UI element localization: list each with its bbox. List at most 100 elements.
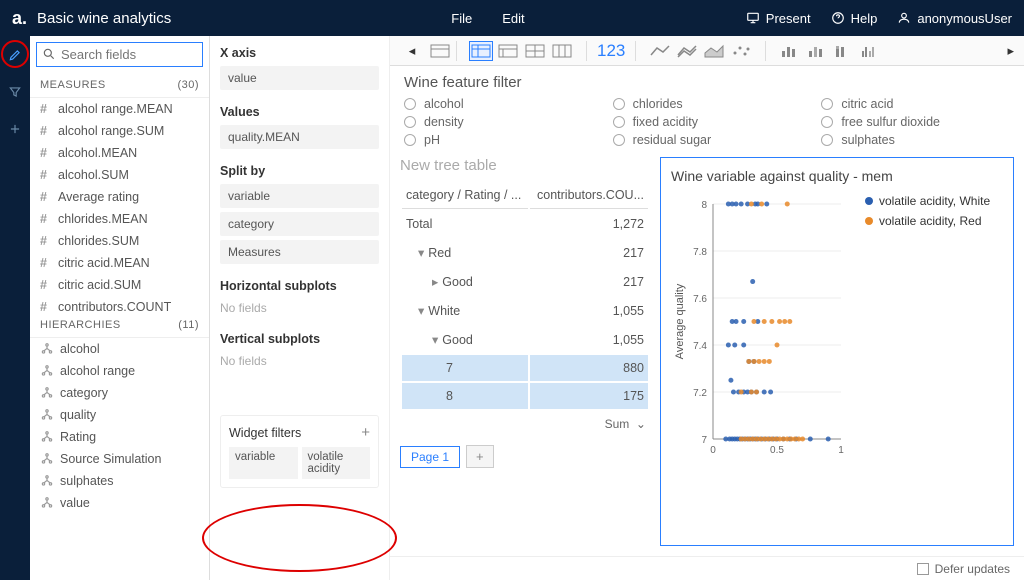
widget-filters-add-icon[interactable]: +: [361, 424, 370, 441]
table-row[interactable]: 7880: [402, 355, 648, 381]
tree-table-icon[interactable]: [496, 41, 520, 61]
filter-option[interactable]: chlorides: [613, 97, 802, 111]
question-icon: [831, 11, 845, 25]
filter-option[interactable]: alcohol: [404, 97, 593, 111]
filter-option[interactable]: fixed acidity: [613, 115, 802, 129]
page-add-button[interactable]: +: [466, 445, 494, 468]
chevron-icon[interactable]: ▾: [418, 246, 424, 260]
hierarchy-item[interactable]: Source Simulation: [30, 448, 209, 470]
hierarchy-item[interactable]: sulphates: [30, 470, 209, 492]
hierarchy-icon: [40, 474, 54, 488]
hash-icon: #: [40, 212, 52, 226]
left-rail: [0, 36, 30, 580]
xaxis-label: X axis: [220, 46, 379, 60]
grid-icon[interactable]: [550, 41, 574, 61]
legend-item[interactable]: volatile acidity, White: [865, 194, 990, 208]
search-input[interactable]: [36, 42, 203, 67]
menu-file[interactable]: File: [451, 11, 472, 26]
measure-item[interactable]: #citric acid.SUM: [30, 274, 209, 296]
filter-option[interactable]: citric acid: [821, 97, 1010, 111]
svg-text:7.8: 7.8: [693, 247, 707, 258]
split-v2[interactable]: category: [220, 212, 379, 236]
hash-icon: #: [40, 234, 52, 248]
area-chart-icon[interactable]: [702, 41, 726, 61]
wf-tag-variable[interactable]: variable: [229, 447, 298, 479]
page-1-button[interactable]: Page 1: [400, 446, 460, 468]
bar-chart-icon-1[interactable]: [778, 41, 802, 61]
chart-pane[interactable]: Wine variable against quality - mem 77.2…: [660, 157, 1014, 546]
kpi-icon[interactable]: 123: [591, 41, 631, 61]
help-button[interactable]: Help: [831, 11, 878, 26]
split-v3[interactable]: Measures: [220, 240, 379, 264]
hierarchy-item[interactable]: category: [30, 382, 209, 404]
hash-icon: #: [40, 102, 52, 116]
tree-agg[interactable]: Sum ⌄: [605, 417, 646, 431]
tree-col-2[interactable]: contributors.COU...: [530, 182, 648, 209]
present-button[interactable]: Present: [746, 11, 811, 26]
hierarchy-item[interactable]: variable: [30, 514, 209, 518]
table-row[interactable]: ▾White1,055: [402, 297, 648, 324]
table-row[interactable]: 8175: [402, 383, 648, 409]
svg-text:0: 0: [710, 445, 716, 456]
filter-option[interactable]: free sulfur dioxide: [821, 115, 1010, 129]
vsub-label: Vertical subplots: [220, 332, 379, 346]
measure-item[interactable]: #contributors.COUNT: [30, 296, 209, 313]
measure-item[interactable]: #alcohol.SUM: [30, 164, 209, 186]
table-icon-2[interactable]: [469, 41, 493, 61]
values-value[interactable]: quality.MEAN: [220, 125, 379, 149]
vsub-empty[interactable]: No fields: [220, 352, 379, 370]
menu-edit[interactable]: Edit: [502, 11, 524, 26]
svg-text:Average quality: Average quality: [674, 283, 686, 359]
wf-tag-value[interactable]: volatile acidity: [302, 447, 371, 479]
measure-item[interactable]: #alcohol range.MEAN: [30, 98, 209, 120]
measure-item[interactable]: #alcohol range.SUM: [30, 120, 209, 142]
measures-header[interactable]: MEASURES (30): [30, 73, 209, 98]
user-menu[interactable]: anonymousUser: [897, 11, 1012, 26]
back-icon[interactable]: ◂: [400, 41, 424, 61]
chevron-icon[interactable]: ▾: [418, 304, 424, 318]
measure-item[interactable]: #Average rating: [30, 186, 209, 208]
filter-option[interactable]: density: [404, 115, 593, 129]
bar-chart-icon-3[interactable]: [832, 41, 856, 61]
hsub-empty[interactable]: No fields: [220, 299, 379, 317]
hierarchy-item[interactable]: quality: [30, 404, 209, 426]
measure-item[interactable]: #alcohol.MEAN: [30, 142, 209, 164]
measure-item[interactable]: #chlorides.SUM: [30, 230, 209, 252]
hierarchy-item[interactable]: Rating: [30, 426, 209, 448]
hierarchy-icon: [40, 342, 54, 356]
defer-checkbox[interactable]: [917, 563, 929, 575]
hash-icon: #: [40, 300, 52, 313]
svg-text:7.2: 7.2: [693, 388, 707, 399]
filter-option[interactable]: pH: [404, 133, 593, 147]
table-icon-1[interactable]: [428, 41, 452, 61]
toolbar-next-icon[interactable]: ▸: [1007, 43, 1014, 59]
pivot-icon[interactable]: [523, 41, 547, 61]
split-v1[interactable]: variable: [220, 184, 379, 208]
hierarchy-item[interactable]: value: [30, 492, 209, 514]
table-row[interactable]: ▸Good217: [402, 268, 648, 295]
table-row[interactable]: ▾Red217: [402, 239, 648, 266]
bar-chart-icon-4[interactable]: [859, 41, 883, 61]
line-chart-icon-1[interactable]: [648, 41, 672, 61]
plus-rail-icon[interactable]: [8, 122, 22, 139]
tree-title[interactable]: New tree table: [400, 157, 650, 174]
hierarchy-item[interactable]: alcohol range: [30, 360, 209, 382]
filter-rail-icon[interactable]: [8, 85, 22, 102]
chevron-icon[interactable]: ▸: [432, 275, 438, 289]
tree-col-1[interactable]: category / Rating / ...: [402, 182, 528, 209]
xaxis-value[interactable]: value: [220, 66, 379, 90]
filter-option[interactable]: sulphates: [821, 133, 1010, 147]
hierarchy-item[interactable]: alcohol: [30, 338, 209, 360]
bar-chart-icon-2[interactable]: [805, 41, 829, 61]
chevron-icon[interactable]: ▾: [432, 333, 438, 347]
hash-icon: #: [40, 278, 52, 292]
table-row[interactable]: Total1,272: [402, 211, 648, 237]
filter-option[interactable]: residual sugar: [613, 133, 802, 147]
hierarchies-header[interactable]: HIERARCHIES (11): [30, 313, 209, 338]
measure-item[interactable]: #citric acid.MEAN: [30, 252, 209, 274]
measure-item[interactable]: #chlorides.MEAN: [30, 208, 209, 230]
table-row[interactable]: ▾Good1,055: [402, 326, 648, 353]
line-chart-icon-2[interactable]: [675, 41, 699, 61]
scatter-chart-icon[interactable]: [729, 41, 753, 61]
legend-item[interactable]: volatile acidity, Red: [865, 214, 990, 228]
